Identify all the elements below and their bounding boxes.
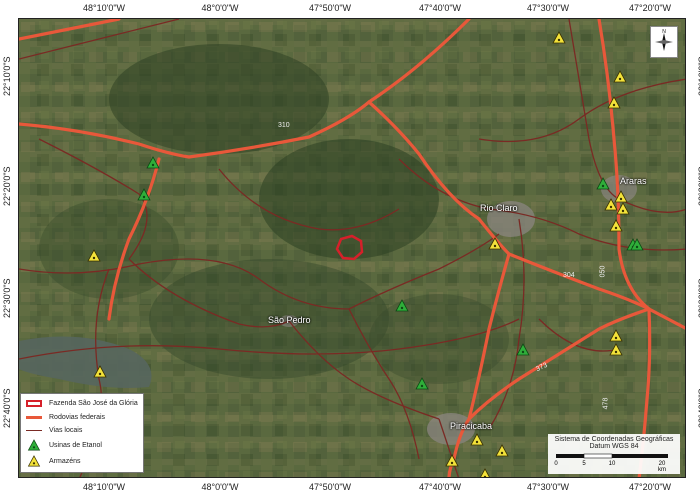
longitude-label-top: 48°0'0"W <box>201 3 239 13</box>
legend-item-farm: Fazenda São José da Glória <box>25 398 138 408</box>
longitude-label-top: 47°30'0"W <box>526 3 570 13</box>
scale-tick: 5 <box>582 461 586 467</box>
longitude-label-bottom: 48°10'0"W <box>82 482 126 492</box>
road-number-478: 478 <box>602 397 610 410</box>
legend-item-federal-roads: Rodovias federais <box>25 412 105 422</box>
place-araras: Araras <box>620 176 647 186</box>
road-number-304: 304 <box>563 272 575 279</box>
longitude-label-bottom: 47°50'0"W <box>308 482 352 492</box>
longitude-label-bottom: 48°0'0"W <box>201 482 239 492</box>
longitude-label-top: 47°40'0"W <box>418 3 462 13</box>
place-piracicaba: Piracicaba <box>450 421 493 431</box>
latitude-label-left: 22°20'0"S <box>2 166 12 206</box>
crs-and-scale: Sistema de Coordenadas Geográficas Datum… <box>548 434 680 474</box>
longitude-label-top: 48°10'0"W <box>82 3 126 13</box>
latitude-label-left: 22°10'0"S <box>2 56 12 96</box>
legend-label: Fazenda São José da Glória <box>49 399 138 407</box>
longitude-label-top: 47°50'0"W <box>308 3 352 13</box>
north-arrow-icon: N <box>655 29 673 51</box>
legend-label: Rodovias federais <box>49 413 106 421</box>
longitude-label-bottom: 47°40'0"W <box>418 482 462 492</box>
place-rio-claro: Rio Claro <box>480 203 518 213</box>
scale-tick: 10 <box>609 461 616 467</box>
road-number-310: 310 <box>278 122 290 129</box>
scale-unit: km <box>658 467 666 471</box>
road-number-050: 050 <box>599 265 607 278</box>
place-sao-pedro: São Pedro <box>268 315 311 325</box>
crs-line-1: Sistema de Coordenadas Geográficas <box>554 436 674 443</box>
longitude-label-bottom: 47°20'0"W <box>628 482 672 492</box>
scale-tick: 0 <box>554 461 558 467</box>
scale-bar: 0 5 10 20 km <box>554 453 668 471</box>
legend-label: Usinas de Etanol <box>49 441 102 449</box>
longitude-label-top: 47°20'0"W <box>628 3 672 13</box>
longitude-label-bottom: 47°30'0"W <box>526 482 570 492</box>
legend-label: Vias locais <box>49 426 83 434</box>
warehouse-icon <box>27 455 41 467</box>
ethanol-icon <box>27 439 41 451</box>
legend-item-warehouses: Armazéns <box>25 455 81 467</box>
crs-line-2: Datum WGS 84 <box>589 443 639 450</box>
north-label: N <box>662 29 666 35</box>
legend-label: Armazéns <box>49 457 81 465</box>
latitude-label-left: 22°30'0"S <box>2 278 12 318</box>
legend-item-ethanol: Usinas de Etanol <box>25 439 102 451</box>
legend-item-local-roads: Vias locais <box>25 425 82 435</box>
north-arrow: N <box>650 26 678 58</box>
latitude-label-left: 22°40'0"S <box>2 388 12 428</box>
map-legend: Fazenda São José da Glória Rodovias fede… <box>20 393 144 473</box>
